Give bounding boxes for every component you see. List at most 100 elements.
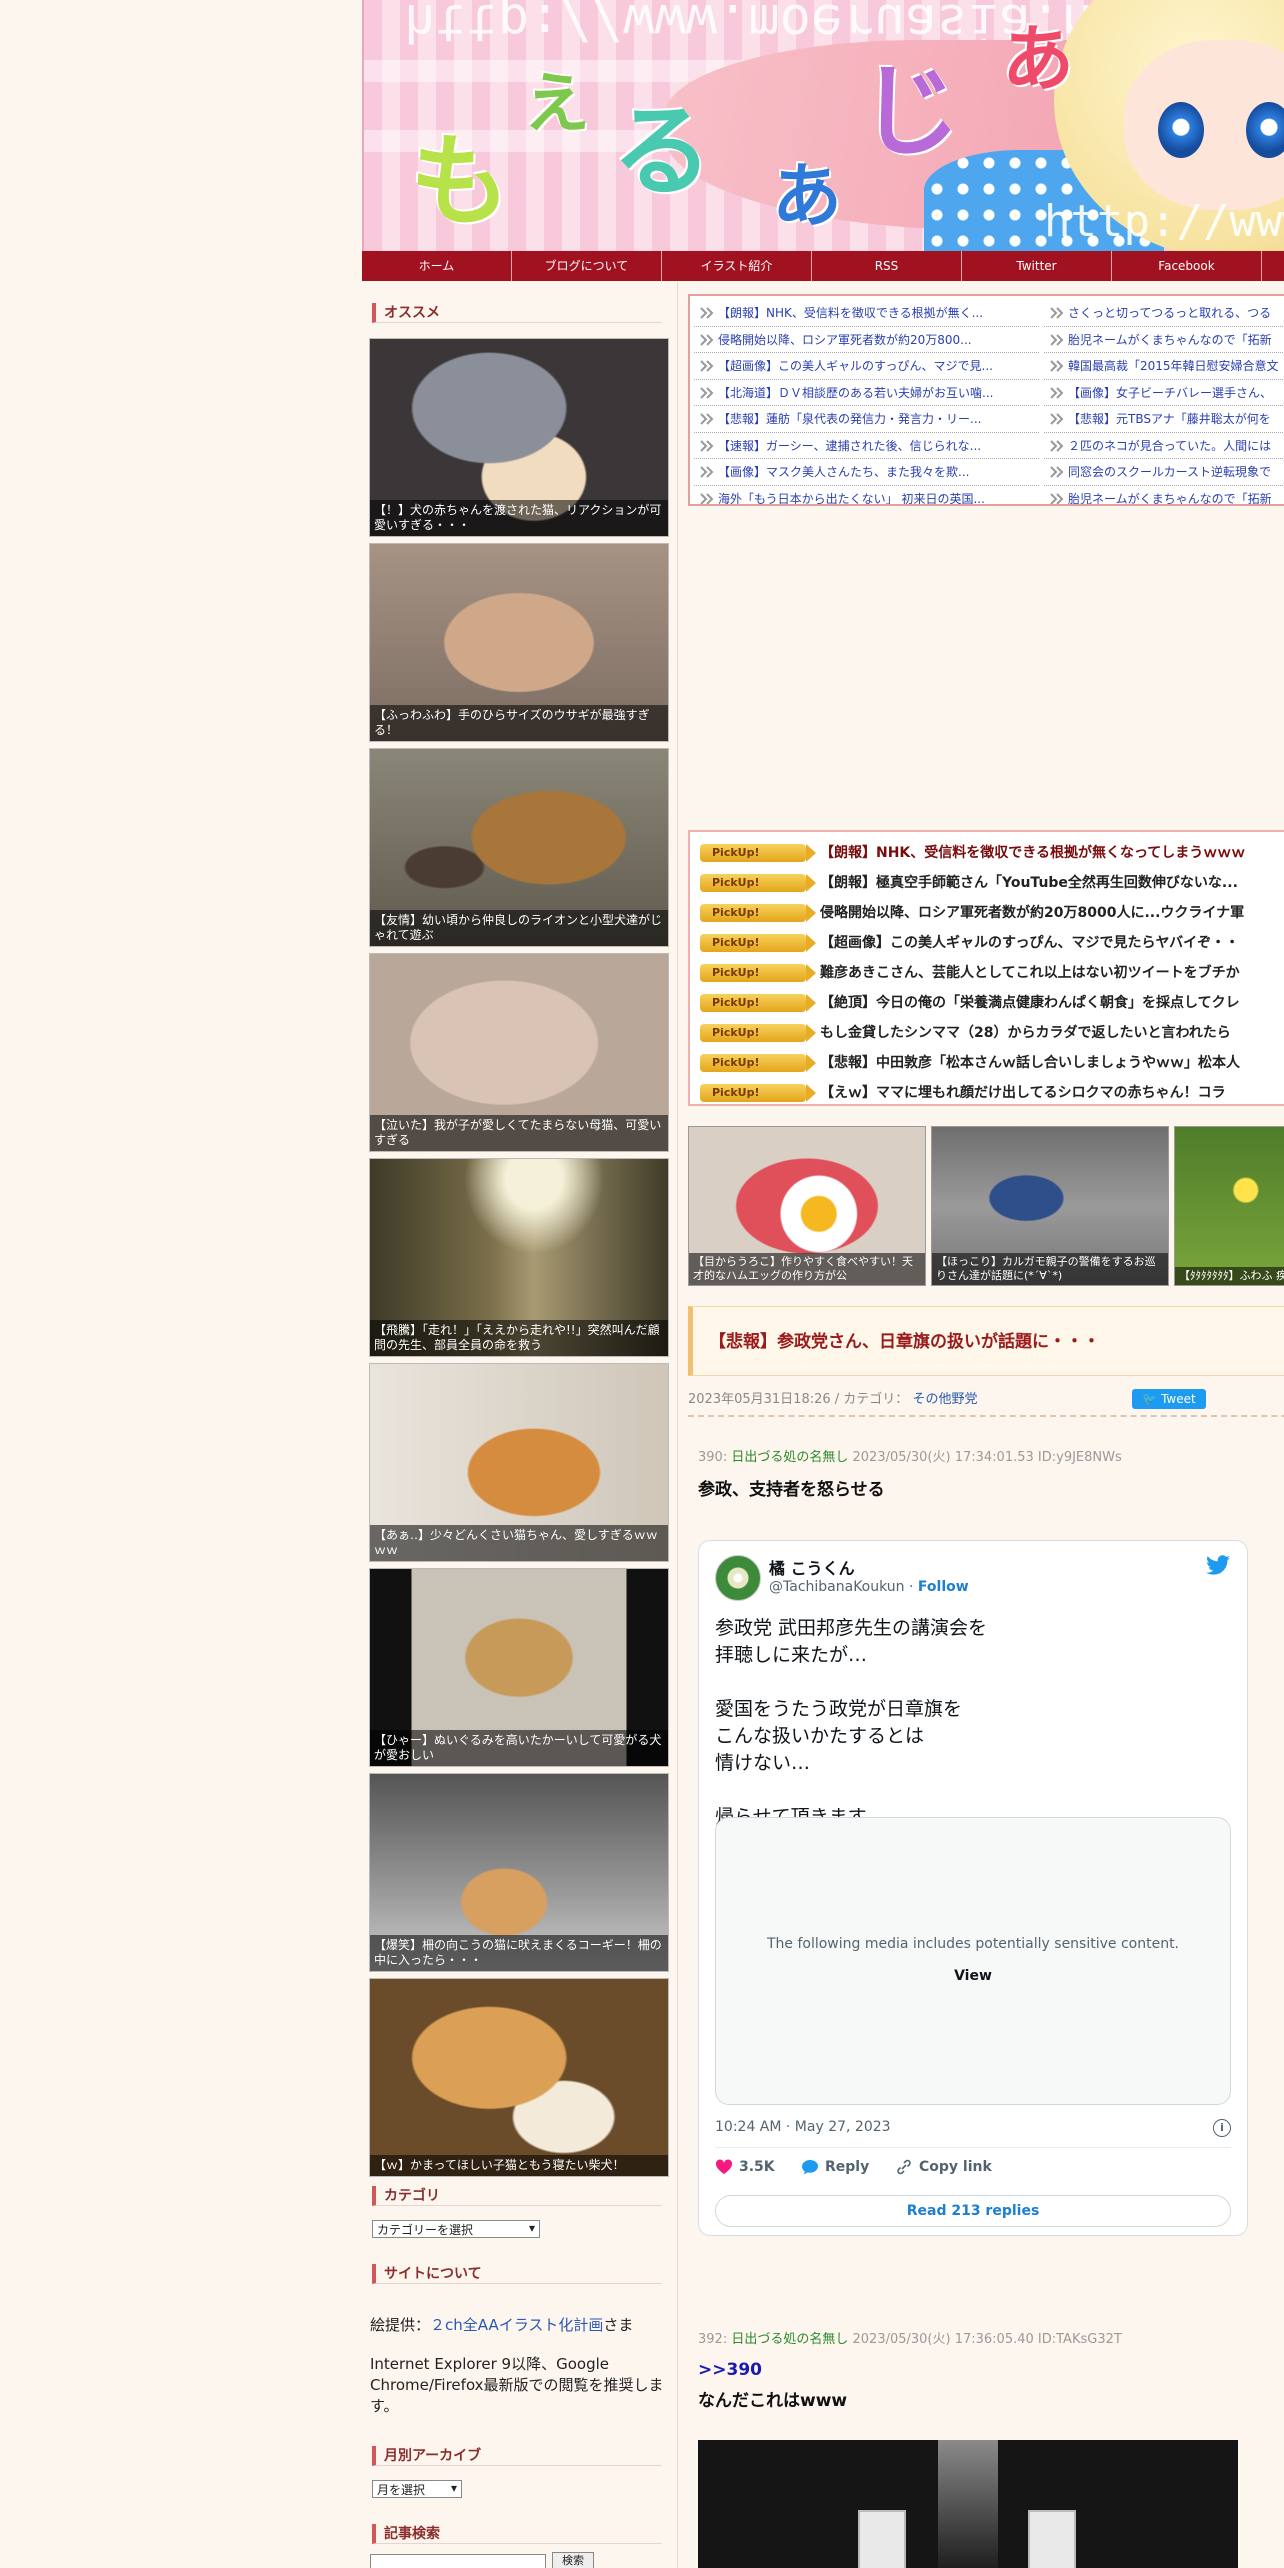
double-arrow-icon	[700, 360, 714, 372]
tweet-divider	[715, 2147, 1231, 2148]
news-link[interactable]: 【速報】ガーシー、逮捕された後、信じられな...	[694, 433, 1039, 459]
response-header: 392: 日出づる処の名無し 2023/05/30(火) 17:36:05.40…	[698, 2328, 1122, 2347]
nav-twitter[interactable]: Twitter	[962, 251, 1112, 281]
recommend-item[interactable]: 【！】犬の赤ちゃんを渡された猫、リアクションが可愛いすぎる・・・	[369, 338, 669, 537]
news-link[interactable]: 胎児ネームがくまちゃんなので「拓新	[1044, 486, 1284, 504]
pickup-link[interactable]: PickUp! 【絶頂】今日の俺の「栄養満点健康わんぱく朝食」を採点してクレ	[690, 988, 1284, 1018]
news-link[interactable]: 【画像】女子ビーチバレー選手さん、	[1044, 380, 1284, 406]
info-icon[interactable]: i	[1213, 2119, 1231, 2137]
news-link[interactable]: 【朗報】NHK、受信料を徴収できる根拠が無く...	[694, 300, 1039, 327]
news-link-text: 【悲報】蓮舫「泉代表の発信力・発言力・リー...	[718, 412, 982, 426]
tweet-author-handle: @TachibanaKoukun · Follow	[769, 1579, 969, 1595]
double-arrow-icon	[700, 439, 714, 452]
pickup-link[interactable]: PickUp! 難彦あきこさん、芸能人としてこれ以上はない初ツイートをブチか	[690, 958, 1284, 988]
recommend-item[interactable]: 【飛騰】「走れ！」「ええから走れや!!」突然叫んだ顧問の先生、部員全員の命を救う	[369, 1158, 669, 1357]
embedded-tweet[interactable]: 橘 こうくん @TachibanaKoukun · Follow 参政党 武田邦…	[698, 1540, 1248, 2236]
news-link[interactable]: 【悲報】元TBSアナ「藤井聡太が何を	[1044, 406, 1284, 433]
pickup-link[interactable]: PickUp! 【悲報】中田敦彦「松本さんｗ話し合いしましょうやｗｗ」松本人	[690, 1048, 1284, 1078]
post-title-box: 【悲報】参政党さん、日章旗の扱いが話題に・・・	[688, 1306, 1284, 1376]
tweet-media-sensitive: The following media includes potentially…	[715, 1817, 1231, 2105]
nav-facebook[interactable]: Facebook	[1112, 251, 1262, 281]
news-link[interactable]: 【北海道】ＤＶ相談歴のある若い夫婦がお互い噛...	[694, 380, 1039, 406]
pickup-link[interactable]: PickUp! 【えｗ】ママに埋もれ顔だけ出してるシロクマの赤ちゃん！コラ	[690, 1078, 1284, 1104]
recommend-item[interactable]: 【爆笑】柵の向こうの猫に吠えまくるコーギー！柵の中に入ったら・・・	[369, 1773, 669, 1972]
search-heading: 記事検索	[372, 2524, 662, 2544]
news-link[interactable]: 同窓会のスクールカースト逆転現象で	[1044, 459, 1284, 486]
response-name: 日出づる処の名無し	[731, 1450, 849, 1465]
news-link[interactable]: 侵略開始以降、ロシア軍死者数が約20万800...	[694, 327, 1039, 353]
news-link[interactable]: 胎児ネームがくまちゃんなので「拓新	[1044, 327, 1284, 353]
nav-about-blog[interactable]: ブログについて	[512, 251, 662, 281]
header-banner[interactable]: http://www.moeruasia.net/ http://www.d も…	[362, 0, 1284, 251]
response-body: >>390	[698, 2360, 762, 2380]
pickup-link[interactable]: PickUp! 侵略開始以降、ロシア軍死者数が約20万8000人に...ウクライナ…	[690, 898, 1284, 928]
twitter-bird-icon[interactable]	[1205, 1555, 1231, 1577]
copy-link-button[interactable]: Copy link	[895, 2159, 992, 2175]
reply-label: Reply	[825, 2159, 870, 2175]
news-link[interactable]: さくっと切ってつるっと取れる、つる	[1044, 300, 1284, 327]
chevron-down-icon: ▾	[450, 2481, 457, 2495]
recommend-caption: 【ひゃー】ぬいぐるみを高いたかーいして可愛がる犬が愛おしい	[370, 1730, 668, 1766]
tweet-timestamp[interactable]: 10:24 AM · May 27, 2023	[715, 2119, 891, 2135]
related-article[interactable]: 【ほっこり】カルガモ親子の警備をするお巡りさん達が話題に(*´∀`*)	[931, 1126, 1169, 1286]
search-input[interactable]	[370, 2554, 546, 2568]
reply-bubble-icon	[802, 2160, 818, 2175]
category-heading: カテゴリ	[372, 2186, 662, 2206]
tweet-share-button[interactable]: 🐦 Tweet	[1132, 1389, 1206, 1409]
category-select[interactable]: カテゴリーを選択 ▾	[372, 2220, 540, 2238]
tweet-author-name[interactable]: 橘 こうくん	[769, 1555, 855, 1579]
news-link[interactable]: 【悲報】蓮舫「泉代表の発信力・発言力・リー...	[694, 406, 1039, 433]
news-link[interactable]: 海外「もう日本から出たくない」 初来日の英国...	[694, 486, 1039, 506]
pickup-link[interactable]: PickUp! 【朗報】極真空手師範さん「YouTube全然再生回数伸びないな..…	[690, 868, 1284, 898]
recommend-item[interactable]: 【ひゃー】ぬいぐるみを高いたかーいして可愛がる犬が愛おしい	[369, 1568, 669, 1767]
pickup-badge: PickUp!	[700, 874, 816, 892]
view-media-button[interactable]: View	[716, 1968, 1230, 1984]
sensitive-media-notice: The following media includes potentially…	[766, 1936, 1180, 1952]
pickup-link[interactable]: PickUp! 【超画像】この美人ギャルのすっぴん、マジで見たらヤバイぞ・・	[690, 928, 1284, 958]
double-arrow-icon	[700, 492, 714, 504]
news-link[interactable]: ２匹のネコが見合っていた。人間には	[1044, 433, 1284, 459]
nav-home[interactable]: ホーム	[362, 251, 512, 281]
recommend-item[interactable]: 【ｗ】かまってほしい子猫ともう寝たい柴犬！	[369, 1978, 669, 2177]
recommend-item[interactable]: 【ふっわふわ】手のひらサイズのウサギが最強すぎる！	[369, 543, 669, 742]
news-link[interactable]: 【超画像】この美人ギャルのすっぴん、マジで見...	[694, 353, 1039, 380]
post-category-label: カテゴリ：	[843, 1392, 909, 1407]
logo-char: る	[612, 93, 712, 210]
pickup-link[interactable]: PickUp! 【朗報】NHK、受信料を徴収できる根拠が無くなってしまうｗｗｗ	[690, 838, 1284, 868]
recommend-item[interactable]: 【友情】幼い頃から仲良しのライオンと小型犬達がじゃれて遊ぶ	[369, 748, 669, 947]
recommend-item[interactable]: 【あぁ‥】少々どんくさい猫ちゃん、愛しすぎるｗｗｗｗ	[369, 1363, 669, 1562]
follow-button[interactable]: Follow	[918, 1579, 969, 1595]
double-arrow-icon	[1050, 307, 1064, 319]
post-category-link[interactable]: その他野党	[912, 1392, 977, 1407]
reply-button[interactable]: Reply	[801, 2159, 869, 2175]
copy-link-label: Copy link	[919, 2159, 992, 2175]
related-article[interactable]: 【ﾀﾀﾀﾀﾀﾀﾀ】ふわふ 疾走が想像以上に	[1174, 1126, 1284, 1286]
tweet-share-label: Tweet	[1161, 1392, 1196, 1406]
pickup-box: PickUp! 【朗報】NHK、受信料を徴収できる根拠が無くなってしまうｗｗｗ P…	[688, 830, 1284, 1106]
news-link-text: 海外「もう日本から出たくない」 初来日の英国...	[718, 491, 985, 506]
pickup-text: 【悲報】中田敦彦「松本さんｗ話し合いしましょうやｗｗ」松本人	[820, 1055, 1240, 1071]
read-replies-button[interactable]: Read 213 replies	[715, 2195, 1231, 2227]
avatar[interactable]	[715, 1555, 761, 1601]
recommend-item[interactable]: 【泣いた】我が子が愛しくてたまらない母猫、可愛いすぎる	[369, 953, 669, 1152]
tweet-text: 参政党 武田邦彦先生の講演会を 拝聴しに来たが… 愛国をうたう政党が日章旗を こ…	[715, 1617, 988, 1828]
nav-rss[interactable]: RSS	[812, 251, 962, 281]
about-credit: 絵提供：２ch全AAイラスト化計画さま	[370, 2315, 670, 2336]
news-link-text: 【超画像】この美人ギャルのすっぴん、マジで見...	[718, 359, 993, 373]
related-article[interactable]: 【目からうろこ】作りやすく食べやすい！天才的なハムエッグの作り方が公	[688, 1126, 926, 1286]
aa-project-link[interactable]: ２ch全AAイラスト化計画	[430, 2316, 603, 2334]
like-button[interactable]: 3.5K	[715, 2159, 775, 2175]
double-arrow-icon	[700, 413, 714, 425]
recommend-image	[370, 1979, 668, 2176]
stage-photo	[698, 2440, 1238, 2568]
search-button[interactable]: 検索	[552, 2552, 594, 2568]
pickup-badge: PickUp!	[700, 1084, 816, 1102]
news-link[interactable]: 韓国最高裁「2015年韓日慰安婦合意文	[1044, 353, 1284, 380]
nav-illustrations[interactable]: イラスト紹介	[662, 251, 812, 281]
pickup-link[interactable]: PickUp! もし金貸したシンママ（28）からカラダで返したいと言われたら	[690, 1018, 1284, 1048]
news-link[interactable]: 【画像】マスク美人さんたち、また我々を欺...	[694, 459, 1039, 486]
response-body: なんだこれはwww	[698, 2391, 848, 2411]
archive-select[interactable]: 月を選択 ▾	[372, 2480, 462, 2498]
response-anchor-link[interactable]: >>390	[698, 2360, 762, 2380]
pickup-badge: PickUp!	[700, 1024, 816, 1042]
